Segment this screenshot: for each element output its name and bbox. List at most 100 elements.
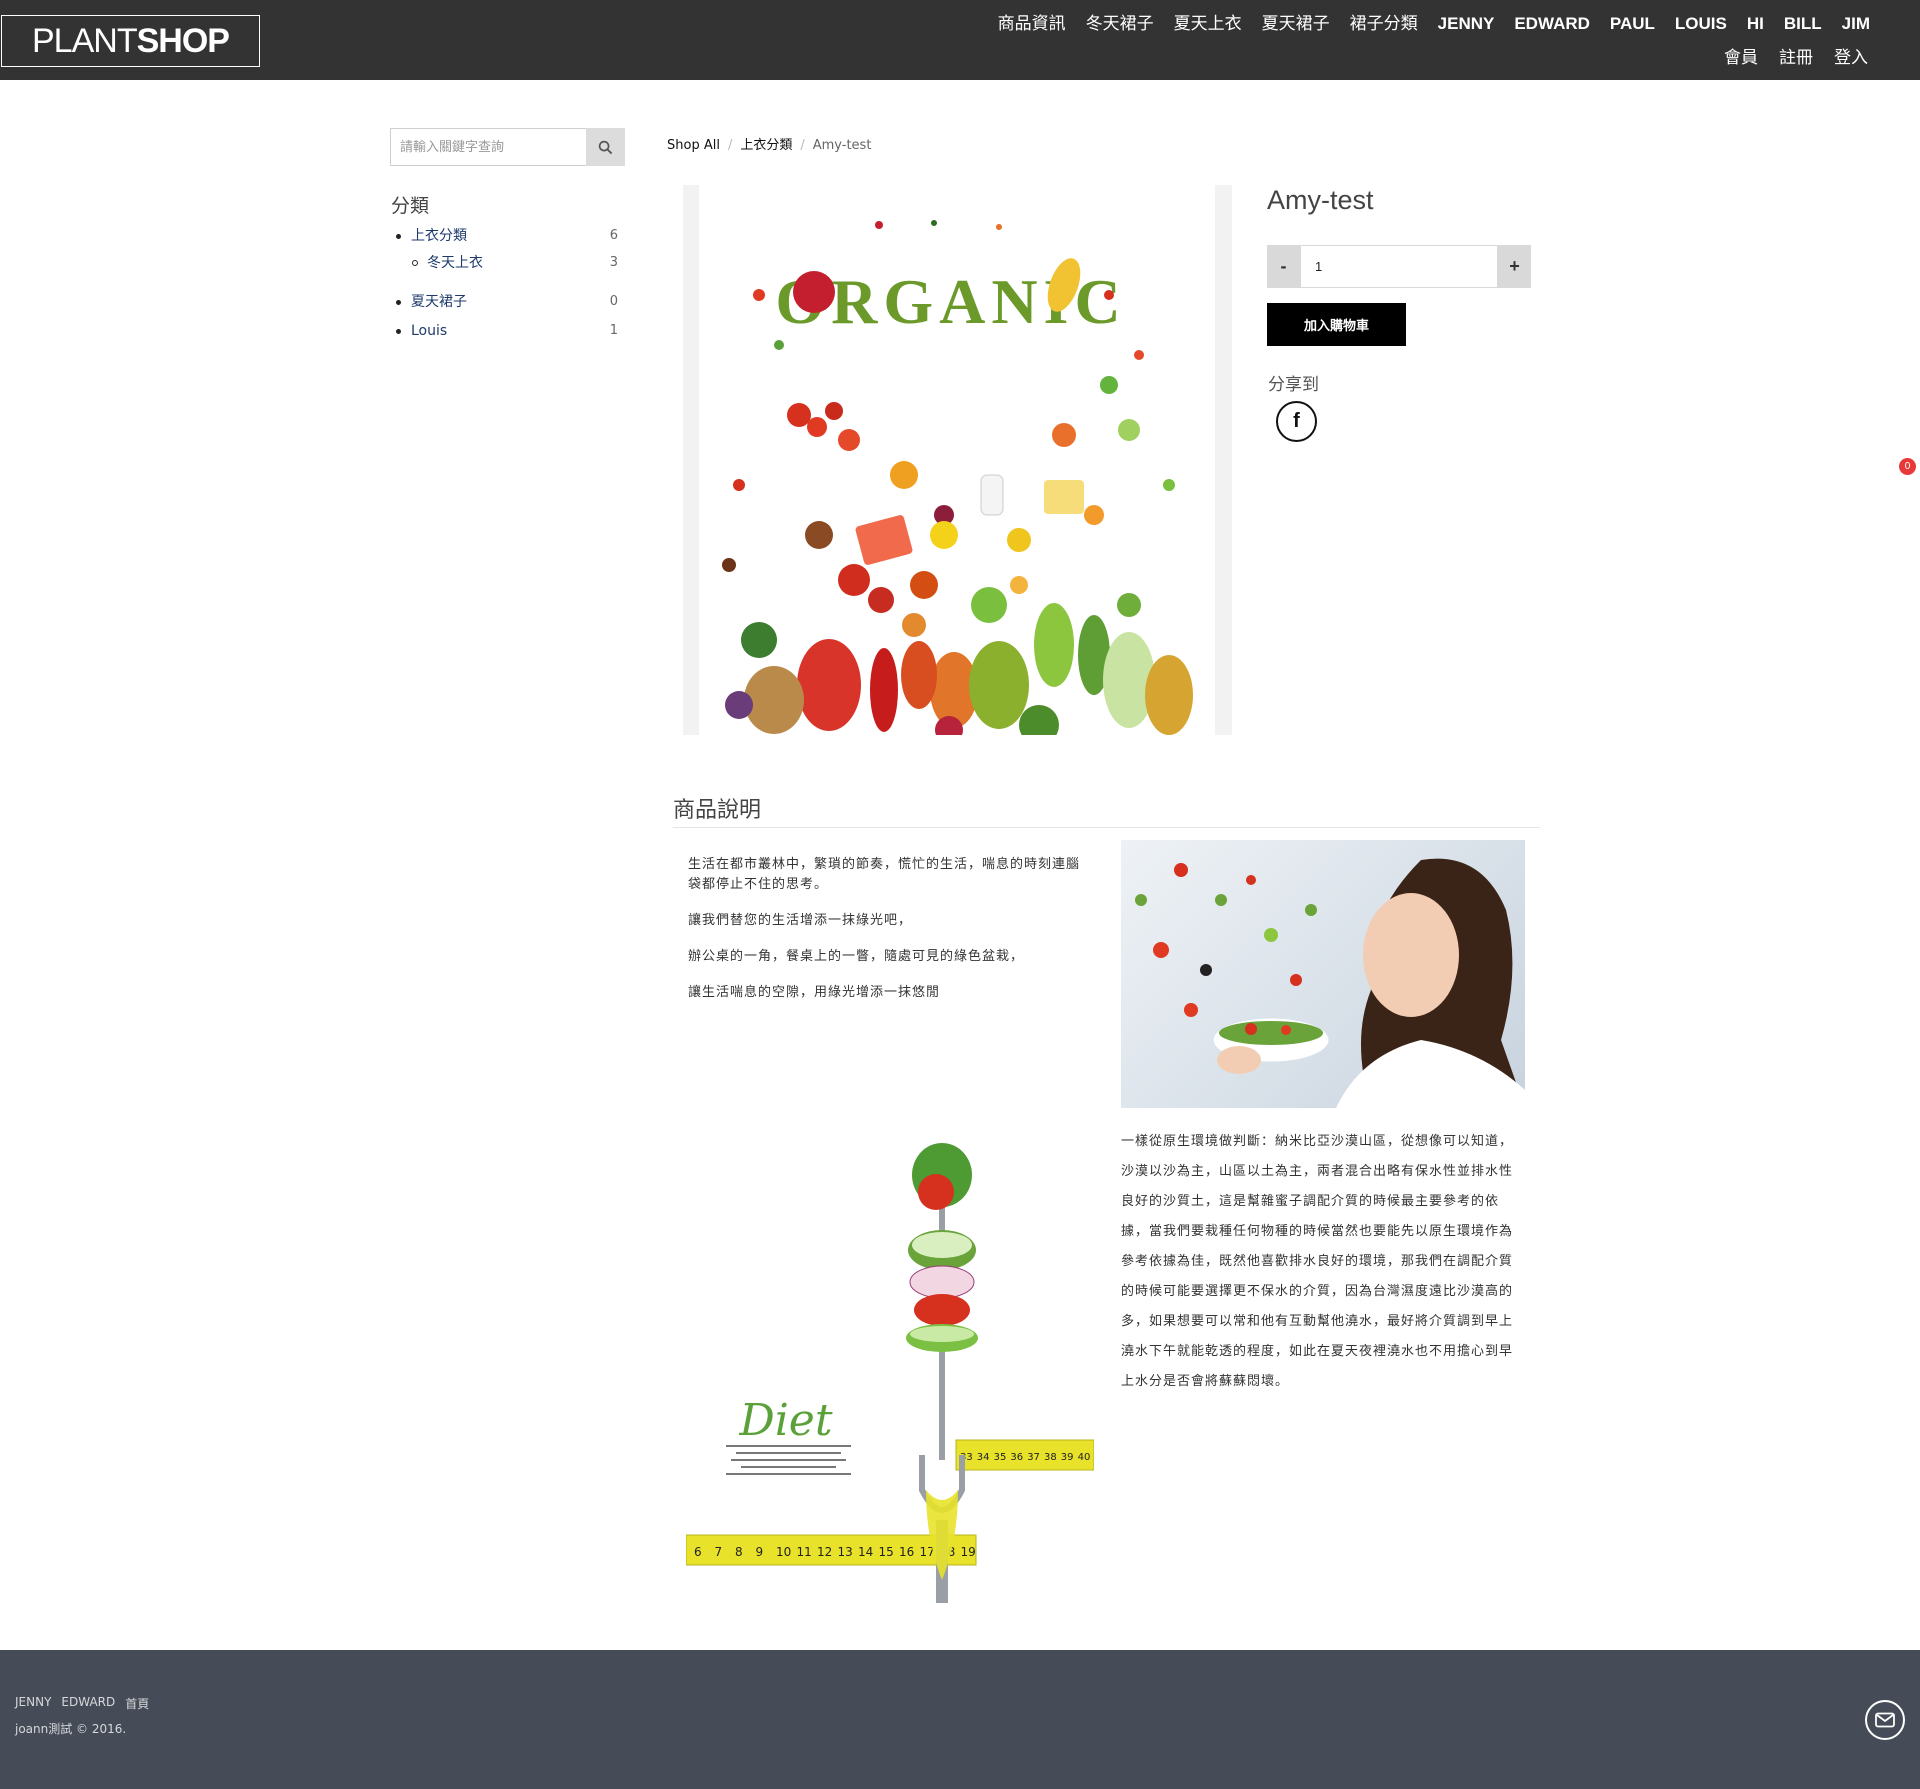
footer-link-home[interactable]: 首頁	[125, 1695, 149, 1712]
nav-item-login[interactable]: 登入	[1834, 47, 1868, 69]
tape-number: 9	[756, 1545, 764, 1559]
search-form	[390, 128, 625, 166]
breadcrumb-separator: /	[727, 138, 733, 153]
description-heading: 商品說明	[673, 798, 762, 823]
search-button[interactable]	[586, 128, 625, 166]
quantity-decrease-button[interactable]: -	[1267, 245, 1300, 288]
category-link[interactable]: 上衣分類	[411, 225, 467, 247]
breadcrumb-separator: /	[800, 138, 805, 153]
category-count: 1	[609, 323, 618, 338]
nav-item-summer-skirt[interactable]: 夏天裙子	[1262, 13, 1330, 35]
description-paragraph: 讓生活喘息的空隙，用綠光增添一抹悠閒	[688, 985, 941, 1000]
product-image: ORGANIC	[699, 185, 1215, 735]
category-count: 6	[609, 228, 618, 243]
description-paragraph: 讓我們替您的生活增添一抹綠光吧，	[688, 913, 913, 928]
category-count: 3	[609, 255, 618, 270]
mail-icon	[1875, 1712, 1895, 1728]
breadcrumb-category[interactable]: 上衣分類	[740, 136, 792, 156]
diet-wordmark: Diet	[738, 1395, 832, 1446]
breadcrumb: Shop All / 上衣分類 / Amy-test	[667, 136, 871, 156]
nav-item-paul[interactable]: PAUL	[1610, 13, 1655, 35]
organic-produce-illustration: ORGANIC	[722, 220, 1193, 735]
diet-fork-photo: 678910111213141516171819 333435363738394…	[686, 1110, 1094, 1603]
tape-number: 8	[735, 1545, 743, 1559]
footer-link-jenny[interactable]: JENNY	[15, 1695, 51, 1712]
tape-number: 34	[977, 1452, 990, 1463]
logo-text-light: PLANT	[32, 22, 138, 60]
nav-item-register[interactable]: 註冊	[1779, 47, 1813, 69]
nav-item-jenny[interactable]: JENNY	[1438, 13, 1495, 35]
category-count: 0	[609, 294, 618, 309]
category-link[interactable]: Louis	[411, 320, 447, 342]
description-intro: 生活在都市叢林中，繁瑣的節奏，慌忙的生活，喘息的時刻連腦袋都停止不住的思考。 讓…	[688, 855, 1088, 1019]
bullet-icon	[396, 234, 401, 239]
account-nav: 會員 註冊 登入	[1703, 47, 1868, 69]
site-footer: JENNY EDWARD 首頁 joann測試 © 2016.	[0, 1650, 1920, 1789]
nav-item-winter-skirt[interactable]: 冬天裙子	[1086, 13, 1154, 35]
woman-salad-illustration	[1135, 858, 1525, 1108]
share-heading: 分享到	[1268, 375, 1319, 395]
contact-button[interactable]	[1865, 1700, 1905, 1740]
category-list: 上衣分類 6 冬天上衣 3 夏天裙子 0 Louis 1	[396, 225, 621, 342]
cart-count-badge[interactable]: 0	[1899, 458, 1916, 475]
nav-item-summer-top[interactable]: 夏天上衣	[1174, 13, 1242, 35]
nav-item-member[interactable]: 會員	[1724, 47, 1758, 69]
search-icon	[598, 140, 613, 154]
tape-number: 19	[961, 1545, 976, 1559]
tape-number: 37	[1027, 1452, 1040, 1463]
nav-item-hi[interactable]: HI	[1747, 13, 1764, 35]
product-image-frame[interactable]: ORGANIC	[683, 185, 1232, 735]
breadcrumb-shop-all[interactable]: Shop All	[667, 136, 720, 156]
site-logo[interactable]: PLANTSHOP	[1, 15, 260, 67]
category-item-winter-tops: 冬天上衣 3	[396, 252, 621, 291]
footer-copyright: joann測試 © 2016.	[15, 1722, 127, 1736]
breadcrumb-current: Amy-test	[812, 138, 872, 153]
tape-number: 6	[694, 1545, 702, 1559]
quantity-input[interactable]	[1300, 245, 1498, 288]
nav-item-product-info[interactable]: 商品資訊	[998, 13, 1066, 35]
category-link[interactable]: 冬天上衣	[427, 252, 483, 274]
tape-number: 40	[1078, 1452, 1091, 1463]
tape-number: 15	[879, 1545, 894, 1559]
category-link[interactable]: 夏天裙子	[411, 291, 467, 313]
category-item-louis: Louis 1	[396, 320, 621, 342]
diet-fork-illustration: 678910111213141516171819 333435363738394…	[686, 1143, 1094, 1603]
category-item-tops: 上衣分類 6	[396, 225, 621, 252]
logo-text-bold: SHOP	[136, 22, 230, 60]
facebook-share-button[interactable]: f	[1276, 401, 1317, 442]
tape-number: 10	[776, 1545, 791, 1559]
description-divider	[673, 827, 1540, 828]
tape-number: 39	[1061, 1452, 1074, 1463]
add-to-cart-button[interactable]: 加入購物車	[1267, 303, 1406, 346]
footer-link-edward[interactable]: EDWARD	[61, 1695, 115, 1712]
bullet-icon	[396, 329, 401, 334]
tape-number: 16	[899, 1545, 914, 1559]
top-navigation-bar: PLANTSHOP 商品資訊 冬天裙子 夏天上衣 夏天裙子 裙子分類 JENNY…	[0, 0, 1920, 80]
tape-number: 38	[1044, 1452, 1057, 1463]
description-paragraph: 生活在都市叢林中，繁瑣的節奏，慌忙的生活，喘息的時刻連腦袋都停止不住的思考。	[688, 857, 1081, 892]
quantity-increase-button[interactable]: +	[1498, 245, 1531, 288]
category-item-summer-skirts: 夏天裙子 0	[396, 291, 621, 320]
primary-nav: 商品資訊 冬天裙子 夏天上衣 夏天裙子 裙子分類 JENNY EDWARD PA…	[978, 13, 1870, 35]
tape-number: 12	[817, 1545, 832, 1559]
bullet-icon	[396, 300, 401, 305]
nav-item-skirt-category[interactable]: 裙子分類	[1350, 13, 1418, 35]
tape-number: 7	[715, 1545, 723, 1559]
tape-number: 11	[797, 1545, 812, 1559]
nav-item-edward[interactable]: EDWARD	[1514, 13, 1590, 35]
nav-item-jim[interactable]: JIM	[1842, 13, 1870, 35]
description-body: 一樣從原生環境做判斷：納米比亞沙漠山區，從想像可以知道，沙漠以沙為主，山區以土為…	[1121, 1134, 1514, 1389]
tape-number: 35	[994, 1452, 1007, 1463]
bullet-icon	[412, 260, 418, 266]
search-input[interactable]	[390, 128, 586, 166]
tape-number: 13	[838, 1545, 853, 1559]
category-heading: 分類	[391, 195, 430, 217]
nav-item-louis[interactable]: LOUIS	[1675, 13, 1727, 35]
description-paragraph: 辦公桌的一角，餐桌上的一瞥，隨處可見的綠色盆栽，	[688, 949, 1025, 964]
facebook-icon: f	[1293, 410, 1300, 432]
footer-links: JENNY EDWARD 首頁	[15, 1695, 159, 1712]
product-title: Amy-test	[1267, 185, 1374, 215]
tape-number: 36	[1010, 1452, 1023, 1463]
woman-salad-photo	[1121, 840, 1525, 1108]
nav-item-bill[interactable]: BILL	[1784, 13, 1822, 35]
